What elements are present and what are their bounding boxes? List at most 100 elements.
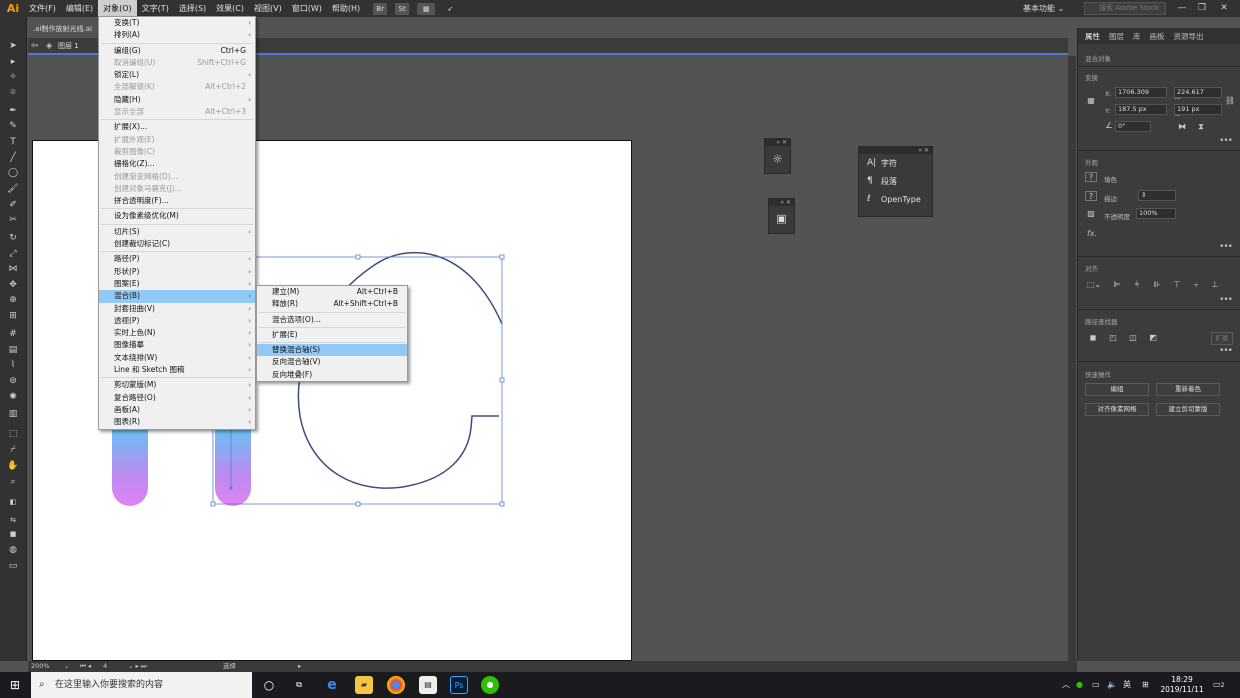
magic-wand-icon[interactable]: ✧ [5,70,21,84]
system-clock[interactable]: 18:29 2019/11/11 [1160,675,1204,695]
pen-tool-icon[interactable]: ✒ [5,104,21,118]
menu-item[interactable]: 栅格化(Z)... [99,158,255,170]
chevron-down-icon[interactable]: ⌄ [64,661,69,672]
align-bottom-icon[interactable]: ⊥ [1209,280,1221,290]
gradient-tool-icon[interactable]: ▤ [5,343,21,357]
handle-right[interactable] [499,377,505,383]
menu-select[interactable]: 选择(S) [174,0,211,17]
panel-paragraph[interactable]: ¶ 段落 [859,172,932,190]
panel-character[interactable]: A| 字符 [859,154,932,172]
more-options-icon[interactable]: ••• [1219,136,1233,146]
panel-close-icon[interactable]: » ✕ [765,139,790,146]
restore-button[interactable]: ❐ [1192,0,1212,17]
panel-close-icon[interactable]: » ✕ [859,147,932,154]
handle-top-right[interactable] [499,254,505,260]
handle-top[interactable] [355,254,361,260]
stroke-weight-field[interactable]: ⇕ [1138,190,1176,201]
menu-help[interactable]: 帮助(H) [327,0,365,17]
shape-builder-icon[interactable]: ⊕ [5,293,21,307]
column-graph-icon[interactable]: ▥ [5,407,21,421]
pathfinder-expand-button[interactable]: 扩展 [1211,332,1233,345]
edge-icon[interactable]: e [323,676,341,694]
tab-libraries[interactable]: 库 [1133,31,1141,42]
menu-item[interactable]: 扩展(X)... [99,121,255,133]
menu-item[interactable]: 反向堆叠(F) [257,369,407,381]
menu-window[interactable]: 窗口(W) [287,0,327,17]
paintbrush-icon[interactable]: 🖌 [5,182,21,196]
menu-item[interactable]: 形状(P) › [99,266,255,278]
network-icon[interactable]: ▭ [1092,672,1100,698]
angle-field[interactable]: 0° [1115,121,1151,132]
align-right-icon[interactable]: ⊪ [1151,280,1163,290]
status-arrow-icon[interactable]: ▸ [298,661,301,672]
slice-tool-icon[interactable]: ⌿ [5,443,21,457]
align-pixel-grid-button[interactable]: 对齐像素网格 [1085,403,1149,416]
file-explorer-icon[interactable]: ▰ [355,676,373,694]
menu-item[interactable]: 锁定(L) › [99,69,255,81]
arrange-documents-icon[interactable]: ▦ [417,2,436,15]
menu-edit[interactable]: 编辑(E) [61,0,98,17]
menu-item[interactable]: 编组(G) Ctrl+G [99,45,255,57]
tray-wechat-icon[interactable]: ● [1076,672,1083,698]
close-button[interactable]: ✕ [1214,0,1234,17]
first-artboard-icon[interactable]: ⏮ ◂ [80,661,91,672]
flip-vertical-icon[interactable]: ⧗ [1195,122,1207,132]
gradient-panel-icon[interactable]: ▣ [769,206,794,232]
clipping-mask-button[interactable]: 建立剪切蒙版 [1156,403,1220,416]
floating-panel-gradient[interactable]: » ✕ ▣ [768,198,795,234]
align-center-icon[interactable]: ⫩ [1131,280,1143,290]
menu-item[interactable]: 文本绕排(W) › [99,352,255,364]
intersect-icon[interactable]: ◫ [1127,333,1139,343]
menu-item[interactable]: 设为像素级优化(M) [99,210,255,222]
unite-icon[interactable]: ◼ [1087,333,1099,343]
menu-type[interactable]: 文字(T) [137,0,174,17]
tray-expand-icon[interactable]: ︿ [1062,672,1070,698]
menu-file[interactable]: 文件(F) [24,0,61,17]
document-app-icon[interactable]: ▤ [419,676,437,694]
chrome-icon[interactable] [387,676,405,694]
tab-asset-export[interactable]: 资源导出 [1174,31,1204,42]
windows-start-icon[interactable]: ⊞ [8,678,22,692]
menu-item[interactable]: 画板(A) › [99,404,255,416]
character-panel-group[interactable]: » ✕ A| 字符 ¶ 段落 ℓ OpenType [858,146,933,217]
menu-item[interactable]: 路径(P) › [99,253,255,265]
opacity-label[interactable]: 不透明度 [1104,211,1130,221]
blend-tool-icon[interactable]: ⊚ [5,374,21,388]
ellipse-tool-icon[interactable]: ◯ [5,166,21,180]
menu-item[interactable]: 创建裁切标记(C) [99,238,255,250]
menu-item[interactable]: 剪切蒙版(M) › [99,379,255,391]
align-top-icon[interactable]: ⊤ [1171,280,1183,290]
stroke-swatch-icon[interactable]: ? [1085,191,1097,201]
menu-item[interactable]: 扩展(E) [257,329,407,341]
brightness-icon[interactable]: ☼ [765,146,790,172]
tab-properties[interactable]: 属性 [1085,31,1100,42]
bridge-button[interactable]: Br [373,2,388,15]
flip-horizontal-icon[interactable]: ⧓ [1176,122,1188,132]
eyedropper-icon[interactable]: ⌇ [5,358,21,372]
handle-bottom[interactable] [355,501,361,507]
handle-bottom-left[interactable] [210,501,216,507]
mesh-tool-icon[interactable]: # [5,327,21,341]
shaper-tool-icon[interactable]: ✐ [5,198,21,212]
menu-item[interactable]: 建立(M) Alt+Ctrl+B [257,286,407,298]
fill-swatch-icon[interactable]: ? [1085,172,1097,182]
menu-item[interactable]: 图表(R) › [99,416,255,428]
x-field[interactable]: 1706.309 [1115,87,1167,98]
menu-item[interactable]: 混合(B) › [99,290,255,303]
width-tool-icon[interactable]: ⋈ [5,262,21,276]
symbol-sprayer-icon[interactable]: ✺ [5,390,21,404]
artboard-tool-icon[interactable]: ⬚ [5,427,21,441]
keyboard-icon[interactable]: ⊞ [1142,672,1149,698]
panel-close-icon[interactable]: » ✕ [769,199,794,206]
opacity-field[interactable]: 100% [1136,208,1176,219]
workspace-switcher[interactable]: 基本功能 ⌄ [1023,0,1064,17]
align-to-selection-icon[interactable]: ⬚⌄ [1085,280,1103,290]
tab-artboards[interactable]: 画板 [1150,31,1165,42]
menu-object[interactable]: 对象(O) [98,0,137,17]
menu-item[interactable]: Line 和 Sketch 图稿 › [99,364,255,376]
notification-icon[interactable]: ▭2 [1213,672,1224,698]
panel-opentype[interactable]: ℓ OpenType [859,190,932,208]
menu-item[interactable]: 透视(P) › [99,315,255,327]
menu-item[interactable]: 封套扭曲(V) › [99,303,255,315]
menu-item[interactable]: 替换混合轴(S) [257,344,407,357]
